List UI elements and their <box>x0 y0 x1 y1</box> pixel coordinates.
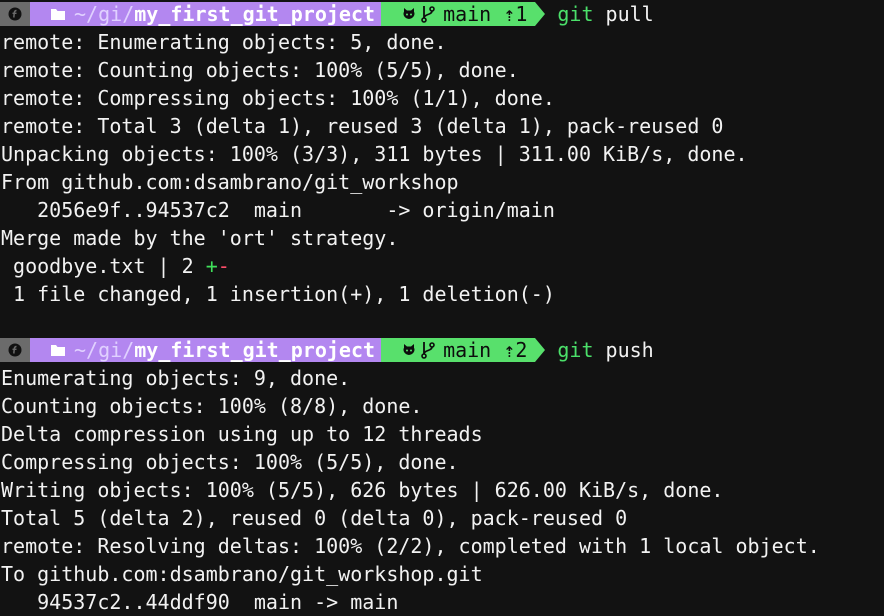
path-segment: ~/gi / my_first_git_project <box>30 2 382 26</box>
path-home: ~/ <box>74 2 99 26</box>
command-argument: pull <box>605 2 654 26</box>
command-name: git <box>557 338 594 362</box>
os-segment <box>0 2 30 26</box>
terminal-window[interactable]: ~/gi / my_first_git_project main ⇡1 git pu… <box>0 0 884 614</box>
os-segment <box>0 338 30 362</box>
path-segment: ~/gi / my_first_git_project <box>30 338 382 362</box>
output-line: To github.com:dsambrano/git_workshop.git <box>1 562 483 586</box>
branch-icon <box>421 6 435 23</box>
output-line: remote: Total 3 (delta 1), reused 3 (del… <box>1 114 724 138</box>
path-current-dir: my_first_git_project <box>134 338 376 362</box>
branch-name: main <box>443 2 492 26</box>
path-separator: / <box>122 338 135 362</box>
github-icon <box>403 344 415 355</box>
prompt-line-1: ~/gi / my_first_git_project main ⇡1 git pu… <box>0 0 884 28</box>
ahead-count: ⇡2 <box>503 338 528 362</box>
segment-separator <box>535 338 546 362</box>
prompt-line-2: ~/gi / my_first_git_project main ⇡2 git pu… <box>0 336 884 364</box>
git-segment: main ⇡1 <box>381 2 536 26</box>
path-current-dir: my_first_git_project <box>134 2 376 26</box>
output-line: 2056e9f..94537c2 main -> origin/main <box>1 198 555 222</box>
git-segment: main ⇡2 <box>381 338 536 362</box>
command-text: git push <box>545 336 653 364</box>
output-line: Merge made by the 'ort' strategy. <box>1 226 399 250</box>
output-line: Writing objects: 100% (5/5), 626 bytes |… <box>1 478 724 502</box>
output-line: remote: Resolving deltas: 100% (2/2), co… <box>1 534 820 558</box>
path-abbrev: gi <box>98 338 123 362</box>
command-text: git pull <box>545 0 653 28</box>
freebsd-icon <box>8 7 22 21</box>
output-line: Enumerating objects: 9, done. <box>1 366 351 390</box>
output-line: Unpacking objects: 100% (3/3), 311 bytes… <box>1 142 748 166</box>
output-line: remote: Enumerating objects: 5, done. <box>1 30 447 54</box>
folder-icon <box>51 345 65 356</box>
command-argument: push <box>605 338 654 362</box>
diffstat-file-line: goodbye.txt | 2 +- <box>0 252 884 280</box>
diffstat-minus: - <box>217 254 230 278</box>
command-name: git <box>557 2 594 26</box>
segment-separator <box>535 2 546 26</box>
output-line: remote: Counting objects: 100% (5/5), do… <box>1 58 519 82</box>
output-line: Delta compression using up to 12 threads <box>1 422 483 446</box>
freebsd-icon <box>8 343 22 357</box>
path-separator: / <box>122 2 135 26</box>
branch-icon <box>421 342 435 359</box>
branch-name: main <box>443 338 492 362</box>
output-line: 94537c2..44ddf90 main -> main <box>1 590 399 614</box>
path-home: ~/ <box>74 338 99 362</box>
output-line: Compressing objects: 100% (5/5), done. <box>1 450 459 474</box>
diffstat-summary: 1 file changed, 1 insertion(+), 1 deleti… <box>1 282 555 306</box>
ahead-count: ⇡1 <box>503 2 528 26</box>
diffstat-file: goodbye.txt | 2 <box>1 254 206 278</box>
output-line: Total 5 (delta 2), reused 0 (delta 0), p… <box>1 506 628 530</box>
path-abbrev: gi <box>98 2 123 26</box>
github-icon <box>403 8 415 19</box>
output-line: remote: Compressing objects: 100% (1/1),… <box>1 86 555 110</box>
output-line: Counting objects: 100% (8/8), done. <box>1 394 423 418</box>
diffstat-plus: + <box>205 254 218 278</box>
folder-icon <box>51 9 65 20</box>
output-line: From github.com:dsambrano/git_workshop <box>1 170 459 194</box>
